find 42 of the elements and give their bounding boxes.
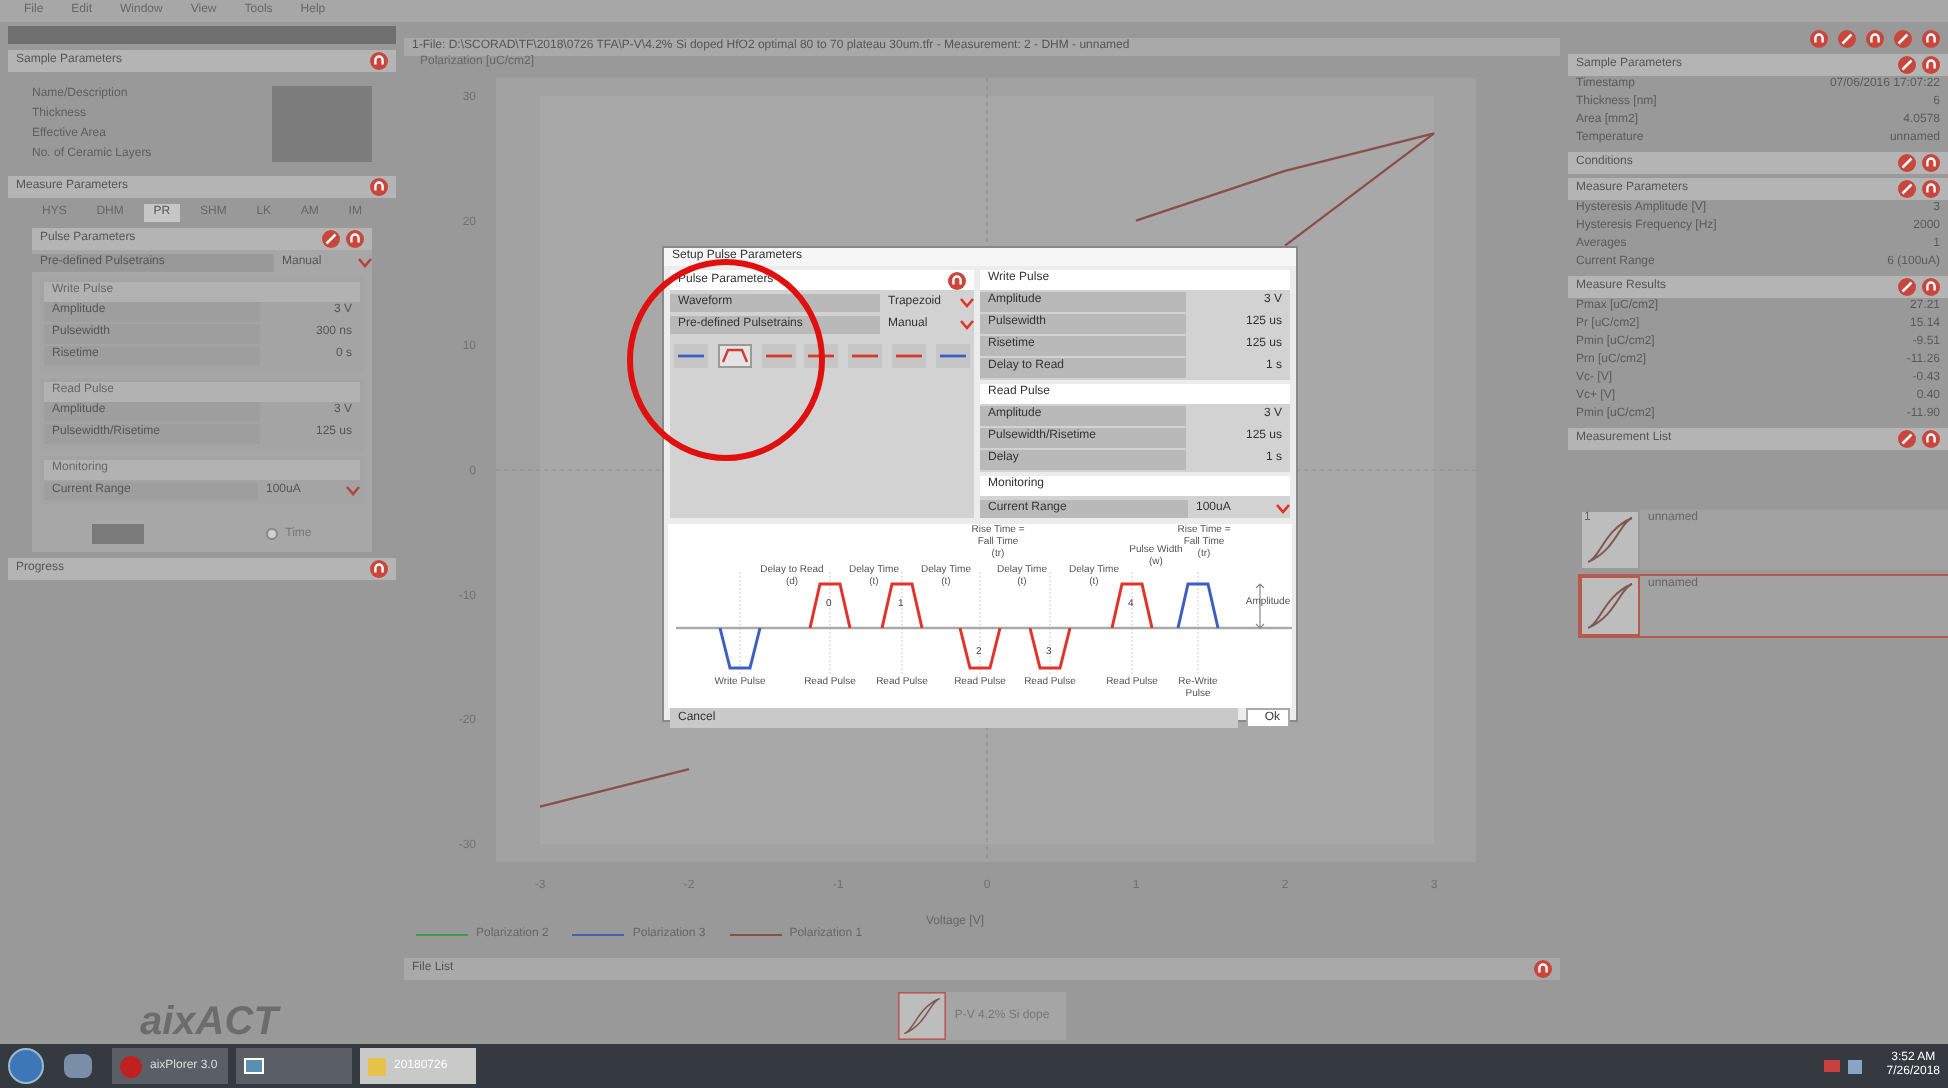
caret-icon: [1276, 503, 1290, 513]
refresh-icon[interactable]: [1866, 30, 1884, 48]
curve-thumbnail: [1580, 576, 1640, 636]
refresh-icon[interactable]: [1922, 180, 1940, 198]
refresh-icon[interactable]: [370, 178, 388, 196]
image-placeholder: [272, 86, 372, 162]
refresh-icon[interactable]: [1810, 30, 1828, 48]
stop-icon[interactable]: [1898, 56, 1916, 74]
refresh-icon[interactable]: [948, 271, 966, 289]
stop-icon[interactable]: [1838, 30, 1856, 48]
curve-thumbnail: [1580, 510, 1640, 570]
start-button[interactable]: [92, 524, 145, 544]
waveform-button[interactable]: [892, 344, 927, 368]
caret-icon: [346, 485, 360, 495]
waveform-button[interactable]: [761, 344, 796, 368]
refresh-icon[interactable]: [370, 560, 388, 578]
taskbar-button[interactable]: [236, 1048, 352, 1084]
refresh-icon[interactable]: [1922, 30, 1940, 48]
refresh-icon[interactable]: [1534, 960, 1552, 978]
refresh-icon[interactable]: [1922, 154, 1940, 172]
app-icon: [120, 1055, 142, 1077]
refresh-icon[interactable]: [370, 52, 388, 70]
refresh-icon[interactable]: [346, 230, 364, 248]
stop-icon[interactable]: [1898, 154, 1916, 172]
stop-icon[interactable]: [1894, 30, 1912, 48]
radio-button[interactable]: [265, 528, 278, 540]
waveform-button[interactable]: [848, 344, 883, 368]
stop-icon[interactable]: [322, 230, 340, 248]
waveform-button[interactable]: [674, 344, 708, 368]
stop-icon[interactable]: [1898, 278, 1916, 296]
refresh-icon[interactable]: [1922, 56, 1940, 74]
curve-thumbnail: [898, 992, 947, 1040]
waveform-button[interactable]: [717, 344, 752, 368]
refresh-icon[interactable]: [1922, 278, 1940, 296]
caret-icon: [358, 257, 372, 267]
waveform-button[interactable]: [935, 344, 970, 368]
refresh-icon[interactable]: [1922, 430, 1940, 448]
folder-icon: [368, 1057, 386, 1075]
window-icon: [244, 1058, 264, 1074]
stop-icon[interactable]: [1898, 430, 1916, 448]
stop-icon[interactable]: [1898, 180, 1916, 198]
start-button[interactable]: [8, 1048, 44, 1084]
